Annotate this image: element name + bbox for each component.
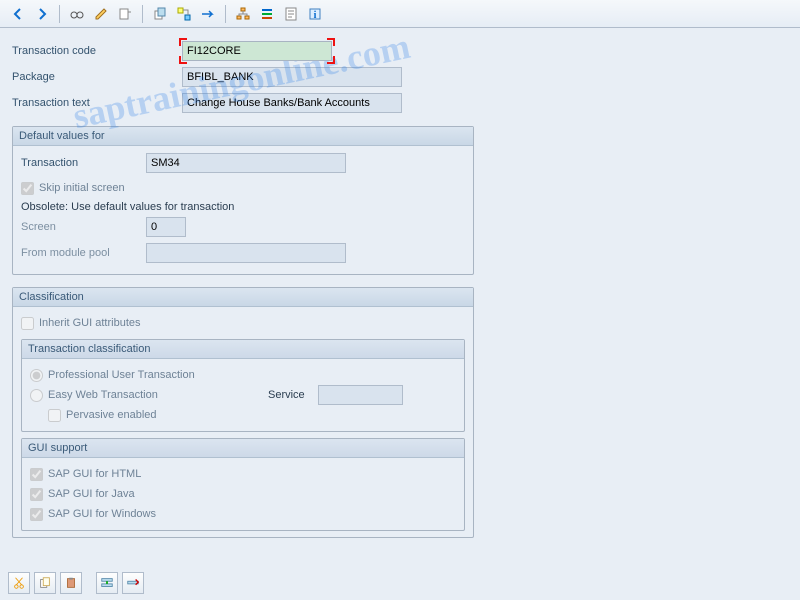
log-icon[interactable]: [281, 4, 301, 24]
glasses-icon[interactable]: [67, 4, 87, 24]
forward-icon[interactable]: [32, 4, 52, 24]
transaction-text-label: Transaction text: [12, 97, 182, 109]
easy-web-radio-label: Easy Web Transaction: [48, 389, 263, 401]
info-icon[interactable]: i: [305, 4, 325, 24]
gui-support-group: GUI support SAP GUI for HTML SAP GUI for…: [21, 438, 465, 531]
new-icon[interactable]: [115, 4, 135, 24]
gui-java-label: SAP GUI for Java: [48, 488, 135, 500]
obsolete-text: Obsolete: Use default values for transac…: [21, 198, 465, 216]
transport-icon[interactable]: [198, 4, 218, 24]
classification-group: Classification Inherit GUI attributes Tr…: [12, 287, 474, 538]
gui-win-label: SAP GUI for Windows: [48, 508, 156, 520]
default-values-title: Default values for: [13, 127, 473, 146]
default-values-group: Default values for Transaction Skip init…: [12, 126, 474, 275]
transaction-code-label: Transaction code: [12, 45, 182, 57]
content-area: Transaction code Package Transaction tex…: [0, 28, 800, 538]
classification-title: Classification: [13, 288, 473, 307]
inherit-gui-checkbox: [21, 317, 34, 330]
paste-icon[interactable]: [60, 572, 82, 594]
transaction-classification-title: Transaction classification: [22, 340, 464, 359]
inherit-gui-label: Inherit GUI attributes: [39, 317, 141, 329]
copy-clip-icon[interactable]: [34, 572, 56, 594]
screen-label: Screen: [21, 221, 146, 233]
separator: [225, 5, 226, 23]
easy-web-radio: [30, 389, 43, 402]
gui-support-title: GUI support: [22, 439, 464, 458]
pervasive-checkbox: [48, 409, 61, 422]
copy-icon[interactable]: [150, 4, 170, 24]
skip-initial-label: Skip initial screen: [39, 182, 125, 194]
stack-icon[interactable]: [257, 4, 277, 24]
module-pool-label: From module pool: [21, 247, 146, 259]
package-label: Package: [12, 71, 182, 83]
main-toolbar: i: [0, 0, 800, 28]
edit-icon[interactable]: [91, 4, 111, 24]
skip-initial-checkbox: [21, 182, 34, 195]
separator: [142, 5, 143, 23]
transaction-text-input: [182, 93, 402, 113]
gui-win-checkbox: [30, 508, 43, 521]
transaction-code-input[interactable]: [182, 41, 332, 61]
gui-html-label: SAP GUI for HTML: [48, 468, 141, 480]
professional-radio: [30, 369, 43, 382]
separator: [59, 5, 60, 23]
service-input: [318, 385, 403, 405]
default-transaction-input: [146, 153, 346, 173]
cut-icon[interactable]: [8, 572, 30, 594]
service-label: Service: [268, 389, 305, 401]
back-icon[interactable]: [8, 4, 28, 24]
delete-row-icon[interactable]: [122, 572, 144, 594]
transaction-classification-group: Transaction classification Professional …: [21, 339, 465, 432]
bottom-toolbar: [8, 572, 144, 594]
gui-java-checkbox: [30, 488, 43, 501]
svg-text:i: i: [314, 10, 317, 21]
package-input: [182, 67, 402, 87]
insert-row-icon[interactable]: [96, 572, 118, 594]
default-transaction-label: Transaction: [21, 157, 146, 169]
pervasive-label: Pervasive enabled: [66, 409, 157, 421]
where-used-icon[interactable]: [174, 4, 194, 24]
professional-radio-label: Professional User Transaction: [48, 369, 195, 381]
module-pool-input: [146, 243, 346, 263]
gui-html-checkbox: [30, 468, 43, 481]
screen-input: [146, 217, 186, 237]
hierarchy-icon[interactable]: [233, 4, 253, 24]
